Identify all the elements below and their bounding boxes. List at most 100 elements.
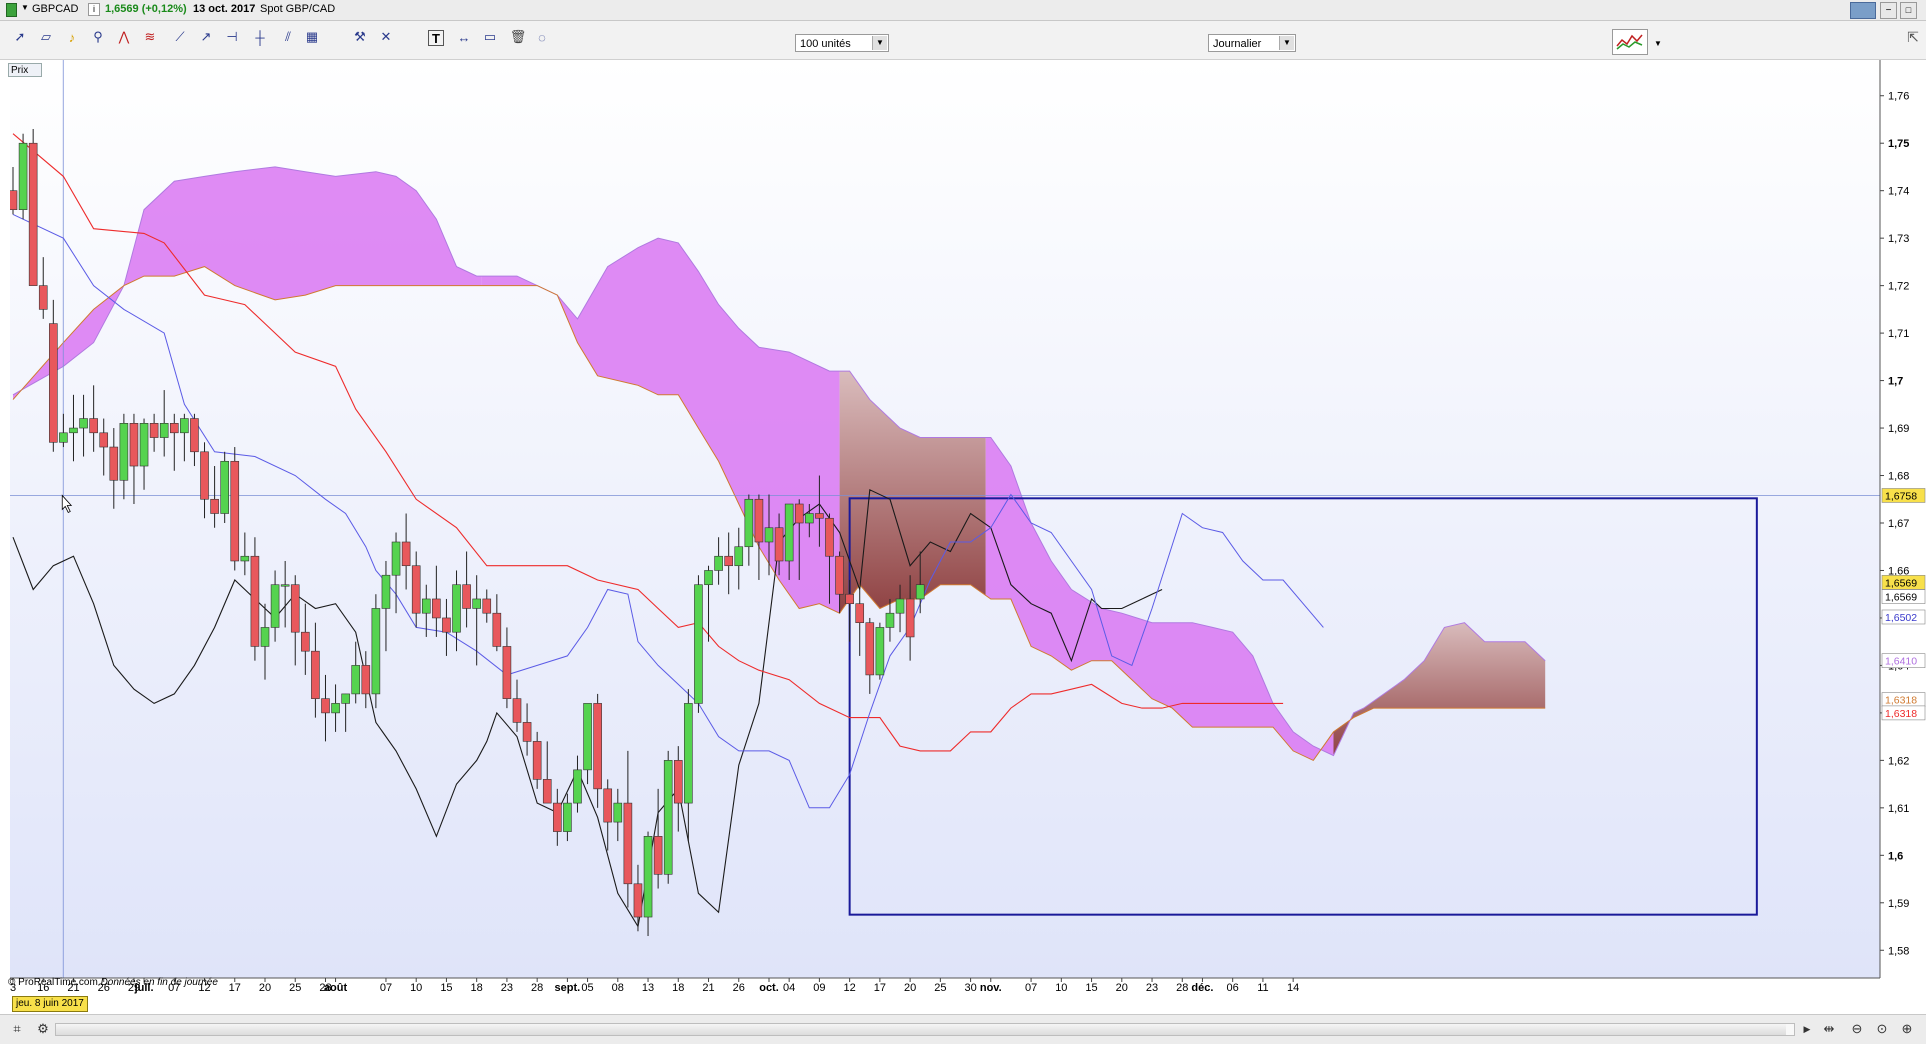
candle-bear: [754, 498, 764, 543]
candle-bull: [684, 703, 693, 804]
candle-bear: [724, 555, 733, 567]
chevron-down-icon[interactable]: ▼: [872, 36, 887, 50]
y-tick-label: 1,75: [1888, 138, 1909, 150]
hammer-icon[interactable]: ⚒: [350, 27, 370, 47]
price-chart[interactable]: 1,76 1,75 1,74 1,73 1,72 1,71 1,7 1,69 1,68 1,67 1…: [0, 60, 1926, 995]
chevron-down-icon[interactable]: ▼: [1648, 33, 1668, 53]
symbol-name[interactable]: GBPCAD: [32, 3, 78, 15]
trash-icon[interactable]: 🗑: [508, 27, 528, 47]
instrument-icon: [6, 3, 17, 17]
instrument-description: Spot GBP/CAD: [260, 3, 336, 15]
text-tool-icon[interactable]: T: [428, 30, 444, 46]
candle-bull: [280, 584, 290, 587]
candle-bull: [220, 460, 229, 514]
zoom-in-icon[interactable]: ⊕: [1898, 1020, 1916, 1038]
candle-bear: [633, 883, 643, 918]
horizontal-scrollbar[interactable]: [55, 1023, 1795, 1036]
candle-bear: [190, 418, 199, 453]
candle-bull: [875, 627, 885, 676]
candle-bull: [341, 693, 350, 704]
candle-bull: [895, 598, 905, 614]
y-tick-label: 1,62: [1888, 755, 1909, 767]
x-tick-label: oct.: [759, 982, 779, 994]
magnifier-icon[interactable]: ⚲: [88, 27, 108, 47]
candle-bear: [290, 584, 300, 633]
y-tick-label: 1,74: [1888, 186, 1909, 198]
channel-icon[interactable]: ⫽: [278, 27, 298, 47]
y-tick-label: 1,76: [1888, 91, 1909, 103]
candle-bull: [69, 427, 78, 434]
candle-bear: [169, 423, 179, 434]
keyboard-icon[interactable]: [1850, 2, 1876, 19]
candle-bear: [492, 612, 502, 647]
pointer-icon[interactable]: ➚: [10, 27, 30, 47]
line-icon[interactable]: ⟋: [170, 27, 190, 47]
drawing-toolbar: ➚ ▱ ♪ ⚲ ⋀ ≋ ⟋ ↗ ⊣ ┼ ⫽ ▦ ⚒ ✕ T ↔ ▭ 🗑 ◌ 10…: [0, 21, 1926, 60]
candle-bull: [119, 423, 129, 481]
x-tick-label: 17: [229, 982, 241, 994]
candle-bear: [482, 598, 492, 614]
grid-icon[interactable]: ▦: [302, 27, 322, 47]
x-tick-label: 15: [1085, 982, 1097, 994]
chart-canvas[interactable]: 1,76 1,75 1,74 1,73 1,72 1,71 1,7 1,69 1,68 1,67 1…: [0, 60, 1926, 995]
candle-bear: [794, 503, 804, 524]
zoom-reset-icon[interactable]: ⊙: [1873, 1020, 1891, 1038]
candle-bear: [432, 598, 441, 619]
scrollbar-thumb[interactable]: [56, 1024, 1786, 1035]
x-tick-label: 11: [1257, 982, 1268, 994]
x-tick-label: sept.: [555, 982, 581, 994]
candle-bull: [391, 541, 401, 576]
quote-date: 13 oct. 2017: [193, 3, 256, 15]
zoom-out-icon[interactable]: ⊖: [1848, 1020, 1866, 1038]
vertical-line-icon[interactable]: ┼: [250, 27, 270, 47]
candle-bull: [643, 836, 653, 918]
x-tick-label: déc.: [1191, 982, 1213, 994]
x-tick-label: 20: [259, 982, 271, 994]
price-label-text: 1,6318: [1885, 708, 1917, 720]
maximize-icon[interactable]: □: [1900, 2, 1917, 19]
settings-icon[interactable]: ⚙: [34, 1020, 52, 1038]
fit-horizontal-icon[interactable]: ⇹: [1820, 1020, 1838, 1038]
chevron-down-icon[interactable]: ▼: [1279, 36, 1294, 50]
ruler-icon[interactable]: ▱: [36, 27, 56, 47]
rectangle-icon[interactable]: ▭: [480, 27, 500, 47]
fibonacci-icon[interactable]: ≋: [140, 27, 160, 47]
candle-bear: [512, 698, 522, 723]
scroll-right-icon[interactable]: ▶: [1798, 1020, 1816, 1038]
candle-bull: [159, 423, 169, 438]
candle-bull: [270, 584, 280, 628]
toolbar-expand-icon[interactable]: ⇱: [1903, 27, 1923, 47]
x-tick-label: août: [324, 982, 348, 994]
units-select[interactable]: 100 unités ▼: [795, 34, 889, 52]
chart-layout-icon[interactable]: ⌗: [8, 1020, 26, 1038]
minimize-icon[interactable]: −: [1880, 2, 1897, 19]
period-select-value: Journalier: [1213, 38, 1262, 50]
candle-bull: [180, 418, 189, 434]
x-tick-label: 26: [733, 982, 745, 994]
x-tick-label: 25: [289, 982, 301, 994]
x-tick-label: 17: [874, 982, 886, 994]
candle-bear: [129, 423, 139, 467]
segment-icon[interactable]: ↔: [454, 27, 474, 47]
candle-bear: [603, 788, 613, 823]
price-label-text: 1,6410: [1885, 656, 1917, 668]
x-tick-label: 10: [1055, 982, 1067, 994]
prix-label: Prix: [11, 65, 29, 76]
period-select[interactable]: Journalier ▼: [1208, 34, 1296, 52]
price-scale-button[interactable]: Prix: [8, 63, 42, 77]
lasso-icon[interactable]: ◌: [532, 27, 552, 47]
candle-bull: [59, 432, 68, 443]
indicators-icon[interactable]: [1612, 29, 1648, 55]
info-icon[interactable]: i: [88, 3, 100, 16]
x-tick-label: 07: [1025, 982, 1037, 994]
ray-icon[interactable]: ↗: [196, 27, 216, 47]
cross-lines-icon[interactable]: ✕: [376, 27, 396, 47]
x-tick-label: 28: [531, 982, 543, 994]
symbol-dropdown-icon[interactable]: ▼: [21, 3, 29, 12]
candle-bear: [230, 460, 240, 562]
candle-bear: [301, 631, 310, 652]
candle-bear: [411, 565, 421, 614]
alarm-bell-icon[interactable]: ♪: [62, 27, 82, 47]
horizontal-line-icon[interactable]: ⊣: [222, 27, 242, 47]
trend-tools-icon[interactable]: ⋀: [114, 27, 134, 47]
